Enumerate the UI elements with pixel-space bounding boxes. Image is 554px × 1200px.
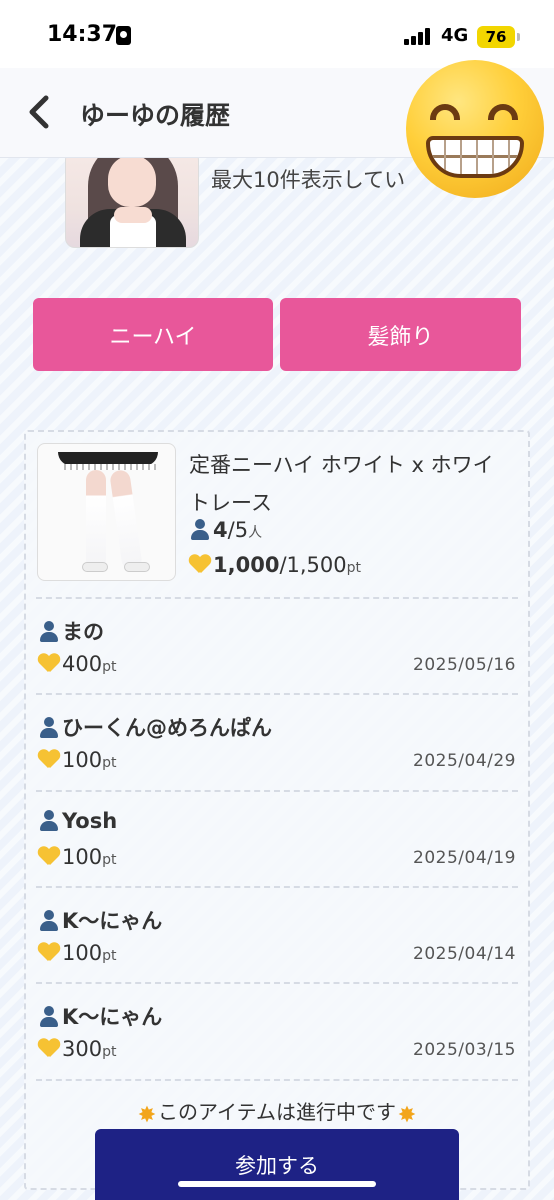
person-icon	[38, 809, 60, 831]
participant-date: 2025/05/16	[413, 655, 516, 675]
person-icon	[38, 716, 60, 738]
participant-date: 2025/04/14	[413, 944, 516, 964]
participant-points: 100pt	[38, 845, 116, 869]
yellow-heart-icon	[38, 654, 60, 674]
person-icon	[38, 1005, 60, 1027]
id-card-icon	[116, 26, 131, 45]
participant-name: Yosh	[38, 809, 117, 833]
divider	[36, 982, 518, 984]
signal-icon	[404, 27, 434, 45]
status-bar: 14:37 4G 76	[0, 0, 554, 68]
participant-name: まの	[38, 616, 104, 646]
status-notice: ✸このアイテムは進行中です✸	[137, 1100, 417, 1128]
profile-photo	[65, 150, 199, 248]
battery-icon: 76	[477, 26, 520, 48]
yellow-heart-icon	[189, 555, 211, 575]
category-button-knee-high[interactable]: ニーハイ	[33, 298, 273, 371]
divider	[36, 597, 518, 599]
network-label: 4G	[441, 25, 469, 46]
participant-points: 300pt	[38, 1037, 116, 1061]
category-button-hair-accessory[interactable]: 髪飾り	[280, 298, 521, 371]
person-icon	[38, 909, 60, 931]
intro-text: 最大10件表示してい	[211, 168, 406, 192]
person-icon	[189, 518, 211, 540]
participant-points: 100pt	[38, 748, 116, 772]
participant-date: 2025/04/29	[413, 751, 516, 771]
points-progress: 1,000/1,500pt	[189, 553, 361, 577]
participant-count: 4/5人	[189, 518, 262, 542]
person-icon	[38, 620, 60, 642]
home-indicator	[178, 1181, 376, 1187]
participant-name: ひーくん@めろんぱん	[38, 712, 272, 742]
divider	[36, 1079, 518, 1081]
yellow-heart-icon	[38, 943, 60, 963]
star-icon: ✸	[137, 1103, 157, 1128]
participant-points: 400pt	[38, 652, 116, 676]
participant-date: 2025/03/15	[413, 1040, 516, 1060]
item-image	[37, 443, 176, 581]
yellow-heart-icon	[38, 1039, 60, 1059]
chevron-left-icon	[29, 95, 49, 129]
participant-date: 2025/04/19	[413, 848, 516, 868]
divider	[36, 886, 518, 888]
star-icon: ✸	[397, 1103, 417, 1128]
participant-points: 100pt	[38, 941, 116, 965]
item-title: 定番ニーハイ ホワイト x ホワイトレース	[189, 453, 494, 515]
divider	[36, 693, 518, 695]
participant-name: K～にゃん	[38, 905, 162, 935]
grinning-face-emoji	[406, 60, 544, 198]
yellow-heart-icon	[38, 750, 60, 770]
yellow-heart-icon	[38, 847, 60, 867]
divider	[36, 790, 518, 792]
page-title: ゆーゆの履歴	[80, 101, 231, 130]
participant-name: K～にゃん	[38, 1001, 162, 1031]
back-button[interactable]	[20, 90, 64, 134]
status-time: 14:37	[47, 22, 118, 47]
join-button[interactable]: 参加する	[95, 1129, 459, 1200]
